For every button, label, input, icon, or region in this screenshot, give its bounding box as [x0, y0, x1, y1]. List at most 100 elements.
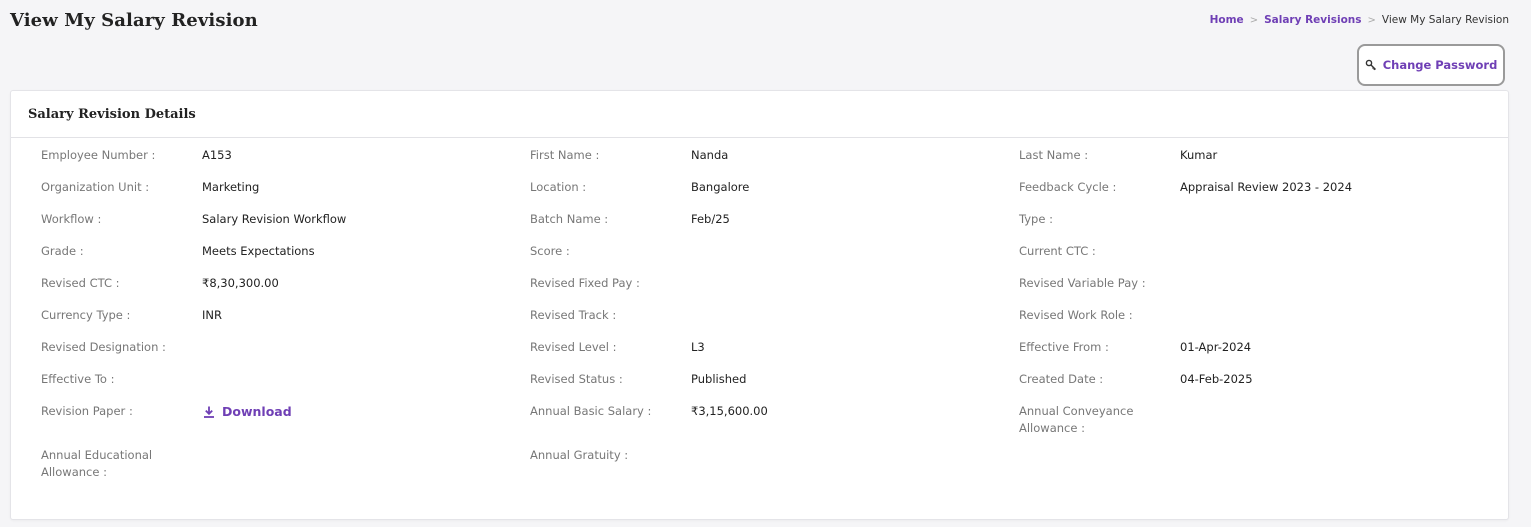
- field-value: Published: [691, 372, 747, 386]
- field-value: A153: [202, 148, 232, 162]
- download-icon: [202, 405, 216, 419]
- breadcrumb-separator: >: [1367, 14, 1376, 26]
- field-label: Effective From :: [1019, 340, 1109, 354]
- salary-revision-details-card: Salary Revision Details Employee Number …: [10, 90, 1509, 520]
- field-value: Appraisal Review 2023 - 2024: [1180, 180, 1353, 194]
- field-annual-gratuity: Annual Gratuity :: [530, 447, 1019, 491]
- field-value: Kumar: [1180, 148, 1218, 162]
- details-row: Revised CTC : ₹8,30,300.00 Revised Fixed…: [11, 275, 1508, 307]
- page-title: View My Salary Revision: [10, 10, 258, 31]
- field-label: Revised Work Role :: [1019, 308, 1133, 322]
- download-label: Download: [222, 404, 292, 419]
- field-revised-work-role: Revised Work Role :: [1019, 307, 1508, 339]
- field-label: Revised Level :: [530, 340, 617, 354]
- field-type: Type :: [1019, 211, 1508, 243]
- field-revised-fixed-pay: Revised Fixed Pay :: [530, 275, 1019, 307]
- field-first-name: First Name : Nanda: [530, 147, 1019, 179]
- details-row: Annual Educational Allowance : Annual Gr…: [11, 447, 1508, 491]
- field-batch-name: Batch Name : Feb/25: [530, 211, 1019, 243]
- field-label: Annual Educational Allowance :: [41, 448, 153, 479]
- card-header: Salary Revision Details: [11, 91, 1508, 138]
- field-value: ₹3,15,600.00: [691, 404, 768, 418]
- change-password-label: Change Password: [1382, 58, 1498, 72]
- field-value: 01-Apr-2024: [1180, 340, 1252, 354]
- field-revised-ctc: Revised CTC : ₹8,30,300.00: [41, 275, 530, 307]
- field-feedback-cycle: Feedback Cycle : Appraisal Review 2023 -…: [1019, 179, 1508, 211]
- field-revised-status: Revised Status : Published: [530, 371, 1019, 403]
- field-label: Annual Gratuity :: [530, 448, 629, 462]
- field-label: Location :: [530, 180, 587, 194]
- field-label: Workflow :: [41, 212, 102, 226]
- field-created-date: Created Date : 04-Feb-2025: [1019, 371, 1508, 403]
- field-label: Annual Conveyance Allowance :: [1019, 404, 1134, 435]
- details-row: Employee Number : A153 First Name : Nand…: [11, 147, 1508, 179]
- field-label: Feedback Cycle :: [1019, 180, 1117, 194]
- field-value: 04-Feb-2025: [1180, 372, 1253, 386]
- field-label: Current CTC :: [1019, 244, 1096, 258]
- breadcrumb-salary-revisions-link[interactable]: Salary Revisions: [1264, 14, 1361, 26]
- download-link[interactable]: Download: [202, 403, 292, 424]
- details-row: Currency Type : INR Revised Track : Revi…: [11, 307, 1508, 339]
- field-value: L3: [691, 340, 705, 354]
- details-row: Revised Designation : Revised Level : L3…: [11, 339, 1508, 371]
- field-revision-paper: Revision Paper : Download: [41, 403, 530, 447]
- field-label: Revised Variable Pay :: [1019, 276, 1146, 290]
- field-label: Employee Number :: [41, 148, 156, 162]
- field-label: Revised Status :: [530, 372, 623, 386]
- field-label: Created Date :: [1019, 372, 1104, 386]
- field-label: Revised CTC :: [41, 276, 120, 290]
- field-annual-educational-allowance: Annual Educational Allowance :: [41, 447, 530, 491]
- field-workflow: Workflow : Salary Revision Workflow: [41, 211, 530, 243]
- details-row: Organization Unit : Marketing Location :…: [11, 179, 1508, 211]
- field-last-name: Last Name : Kumar: [1019, 147, 1508, 179]
- field-label: Annual Basic Salary :: [530, 404, 652, 418]
- key-icon: [1365, 59, 1377, 71]
- field-location: Location : Bangalore: [530, 179, 1019, 211]
- field-value: INR: [202, 308, 222, 322]
- field-value: Bangalore: [691, 180, 750, 194]
- field-currency-type: Currency Type : INR: [41, 307, 530, 339]
- details-row: Effective To : Revised Status : Publishe…: [11, 371, 1508, 403]
- field-annual-conveyance-allowance: Annual Conveyance Allowance :: [1019, 403, 1508, 447]
- breadcrumb: Home > Salary Revisions > View My Salary…: [1210, 14, 1509, 26]
- details-row: Revision Paper : Download Annual Basic S…: [11, 403, 1508, 447]
- details-grid: Employee Number : A153 First Name : Nand…: [11, 147, 1508, 491]
- field-label: Organization Unit :: [41, 180, 150, 194]
- field-value: Meets Expectations: [202, 244, 315, 258]
- field-value: Feb/25: [691, 212, 730, 226]
- field-organization-unit: Organization Unit : Marketing: [41, 179, 530, 211]
- details-row: Workflow : Salary Revision Workflow Batc…: [11, 211, 1508, 243]
- field-label: Revision Paper :: [41, 404, 133, 418]
- field-value: ₹8,30,300.00: [202, 276, 279, 290]
- field-value: Salary Revision Workflow: [202, 212, 347, 226]
- field-label: Revised Fixed Pay :: [530, 276, 640, 290]
- field-label: Revised Track :: [530, 308, 617, 322]
- field-label: Currency Type :: [41, 308, 131, 322]
- field-label: Grade :: [41, 244, 84, 258]
- field-label: First Name :: [530, 148, 600, 162]
- field-employee-number: Employee Number : A153: [41, 147, 530, 179]
- field-label: Type :: [1019, 212, 1053, 226]
- field-effective-from: Effective From : 01-Apr-2024: [1019, 339, 1508, 371]
- field-effective-to: Effective To :: [41, 371, 530, 403]
- change-password-button[interactable]: Change Password: [1357, 44, 1505, 86]
- breadcrumb-current: View My Salary Revision: [1381, 14, 1509, 26]
- field-revised-designation: Revised Designation :: [41, 339, 530, 371]
- breadcrumb-home-link[interactable]: Home: [1210, 14, 1244, 26]
- breadcrumb-separator: >: [1249, 14, 1259, 26]
- field-current-ctc: Current CTC :: [1019, 243, 1508, 275]
- card-title: Salary Revision Details: [28, 106, 196, 122]
- field-label: Last Name :: [1019, 148, 1089, 162]
- field-annual-basic-salary: Annual Basic Salary : ₹3,15,600.00: [530, 403, 1019, 447]
- field-label: Revised Designation :: [41, 340, 166, 354]
- field-revised-track: Revised Track :: [530, 307, 1019, 339]
- field-value: Nanda: [691, 148, 729, 162]
- field-grade: Grade : Meets Expectations: [41, 243, 530, 275]
- field-label: Batch Name :: [530, 212, 609, 226]
- field-score: Score :: [530, 243, 1019, 275]
- field-value: Marketing: [202, 180, 260, 194]
- field-revised-level: Revised Level : L3: [530, 339, 1019, 371]
- field-label: Score :: [530, 244, 570, 258]
- field-revised-variable-pay: Revised Variable Pay :: [1019, 275, 1508, 307]
- details-row: Grade : Meets Expectations Score : Curre…: [11, 243, 1508, 275]
